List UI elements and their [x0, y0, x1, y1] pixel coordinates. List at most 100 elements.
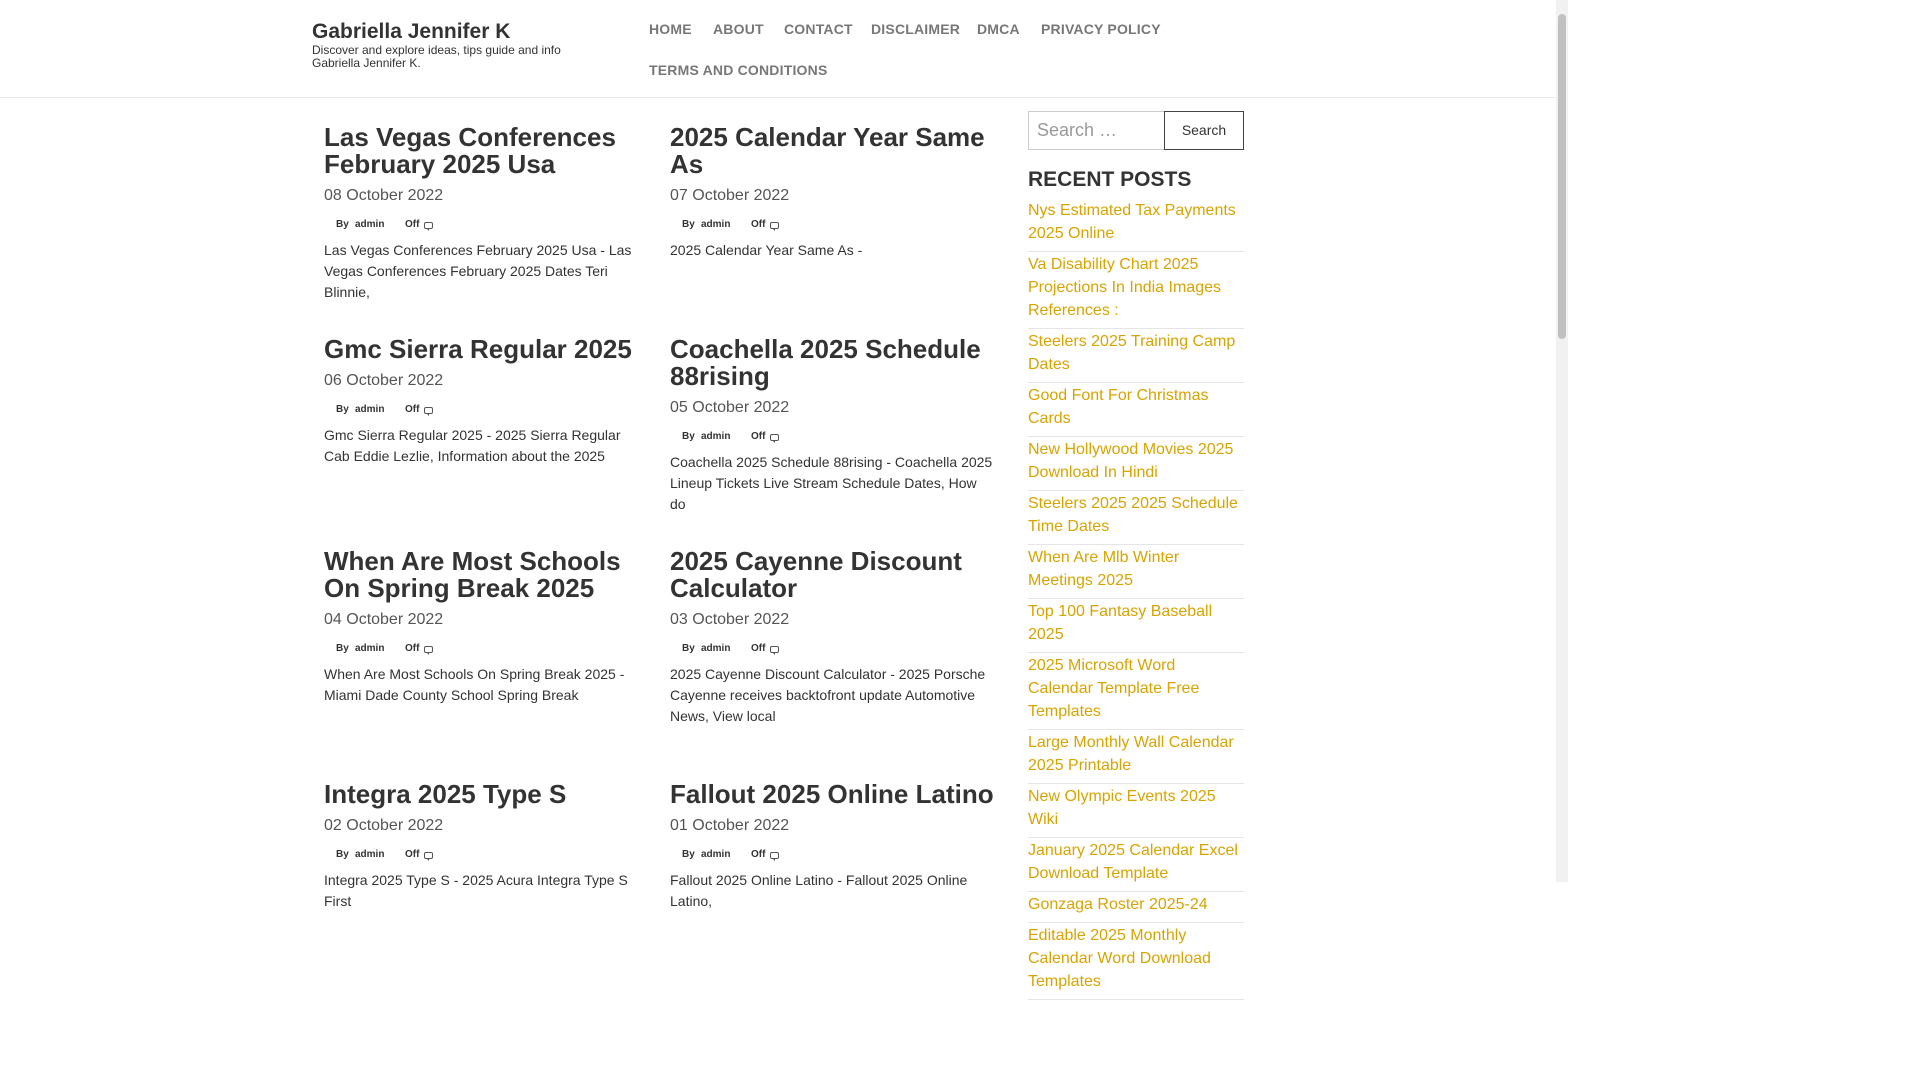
post-comments-status: Off	[405, 643, 420, 654]
post-excerpt: Fallout 2025 Online Latino - Fallout 202…	[670, 872, 968, 909]
recent-posts-list: Nys Estimated Tax Payments 2025 Online V…	[1028, 198, 1244, 1000]
post-comments-status: Off	[751, 849, 766, 860]
comment-icon	[770, 433, 779, 444]
post-card: Integra 2025 Type S 02 October 2022 By a…	[324, 781, 649, 912]
post-comments-status: Off	[751, 431, 766, 442]
nav-item-terms-and-conditions[interactable]: TERMS AND CONDITIONS	[649, 62, 827, 78]
post-author-prefix: By	[336, 643, 349, 654]
recent-post-link[interactable]: January 2025 Calendar Excel Download Tem…	[1028, 842, 1238, 882]
post-author[interactable]: admin	[701, 431, 730, 442]
post-author-prefix: By	[336, 404, 349, 415]
list-item: Large Monthly Wall Calendar 2025 Printab…	[1028, 730, 1244, 784]
post-author-prefix: By	[336, 849, 349, 860]
post-author-prefix: By	[682, 849, 695, 860]
list-item: Steelers 2025 2025 Schedule Time Dates	[1028, 491, 1244, 545]
post-author[interactable]: admin	[355, 404, 384, 415]
recent-post-link[interactable]: Editable 2025 Monthly Calendar Word Down…	[1028, 927, 1211, 990]
post-meta: By admin Off	[324, 643, 649, 655]
post-author[interactable]: admin	[355, 219, 384, 230]
post-date[interactable]: 04 October 2022	[324, 610, 649, 630]
recent-post-link[interactable]: Va Disability Chart 2025 Projections In …	[1028, 256, 1221, 319]
list-item: Top 100 Fantasy Baseball 2025	[1028, 599, 1244, 653]
site-header: Gabriella Jennifer K Discover and explor…	[0, 0, 1556, 98]
list-item: Gonzaga Roster 2025-24	[1028, 892, 1244, 923]
comment-icon	[424, 221, 433, 232]
recent-post-link[interactable]: Steelers 2025 2025 Schedule Time Dates	[1028, 495, 1238, 535]
post-author[interactable]: admin	[355, 643, 384, 654]
nav-item-disclaimer[interactable]: DISCLAIMER	[871, 21, 960, 37]
list-item: Nys Estimated Tax Payments 2025 Online	[1028, 198, 1244, 252]
site-description: Discover and explore ideas, tips guide a…	[312, 43, 561, 70]
post-author[interactable]: admin	[701, 849, 730, 860]
post-excerpt: Gmc Sierra Regular 2025 - 2025 Sierra Re…	[324, 427, 621, 464]
comment-icon	[770, 221, 779, 232]
recent-post-link[interactable]: Steelers 2025 Training Camp Dates	[1028, 333, 1235, 373]
post-title[interactable]: 2025 Calendar Year Same As	[670, 124, 995, 178]
recent-post-link[interactable]: New Olympic Events 2025 Wiki	[1028, 788, 1216, 828]
post-date[interactable]: 02 October 2022	[324, 816, 649, 836]
post-card: Coachella 2025 Schedule 88rising 05 Octo…	[670, 336, 995, 515]
list-item: Editable 2025 Monthly Calendar Word Down…	[1028, 923, 1244, 1000]
post-meta: By admin Off	[324, 219, 649, 231]
post-meta: By admin Off	[670, 219, 995, 231]
post-date[interactable]: 01 October 2022	[670, 816, 995, 836]
post-excerpt: 2025 Cayenne Discount Calculator - 2025 …	[670, 666, 986, 724]
list-item: Steelers 2025 Training Camp Dates	[1028, 329, 1244, 383]
list-item: New Hollywood Movies 2025 Download In Hi…	[1028, 437, 1244, 491]
list-item: 2025 Microsoft Word Calendar Template Fr…	[1028, 653, 1244, 730]
list-item: January 2025 Calendar Excel Download Tem…	[1028, 838, 1244, 892]
comment-icon	[770, 645, 779, 656]
post-author[interactable]: admin	[701, 219, 730, 230]
post-excerpt: Las Vegas Conferences February 2025 Usa …	[324, 242, 632, 300]
recent-post-link[interactable]: 2025 Microsoft Word Calendar Template Fr…	[1028, 657, 1199, 720]
post-title[interactable]: Fallout 2025 Online Latino	[670, 781, 995, 808]
post-author[interactable]: admin	[701, 643, 730, 654]
post-author-prefix: By	[336, 219, 349, 230]
post-date[interactable]: 08 October 2022	[324, 186, 649, 206]
post-title[interactable]: Coachella 2025 Schedule 88rising	[670, 336, 995, 390]
post-meta: By admin Off	[670, 849, 995, 861]
post-excerpt: 2025 Calendar Year Same As -	[670, 242, 863, 258]
post-date[interactable]: 06 October 2022	[324, 371, 649, 391]
recent-post-link[interactable]: Nys Estimated Tax Payments 2025 Online	[1028, 202, 1236, 242]
recent-post-link[interactable]: When Are Mlb Winter Meetings 2025	[1028, 549, 1179, 589]
post-meta: By admin Off	[670, 643, 995, 655]
post-title[interactable]: 2025 Cayenne Discount Calculator	[670, 548, 995, 602]
post-meta: By admin Off	[324, 404, 649, 416]
post-card: 2025 Cayenne Discount Calculator 03 Octo…	[670, 548, 995, 727]
recent-post-link[interactable]: Good Font For Christmas Cards	[1028, 387, 1209, 427]
recent-post-link[interactable]: New Hollywood Movies 2025 Download In Hi…	[1028, 441, 1233, 481]
post-title[interactable]: Las Vegas Conferences February 2025 Usa	[324, 124, 649, 178]
post-comments-status: Off	[751, 643, 766, 654]
post-date[interactable]: 07 October 2022	[670, 186, 995, 206]
post-card: Las Vegas Conferences February 2025 Usa …	[324, 124, 649, 303]
post-author[interactable]: admin	[355, 849, 384, 860]
post-author-prefix: By	[682, 643, 695, 654]
post-title[interactable]: Gmc Sierra Regular 2025	[324, 336, 649, 363]
nav-item-home[interactable]: HOME	[649, 21, 692, 37]
scrollbar-thumb[interactable]	[1558, 14, 1566, 339]
comment-icon	[770, 851, 779, 862]
recent-posts-heading: RECENT POSTS	[1028, 168, 1192, 191]
post-date[interactable]: 05 October 2022	[670, 398, 995, 418]
list-item: When Are Mlb Winter Meetings 2025	[1028, 545, 1244, 599]
recent-post-link[interactable]: Top 100 Fantasy Baseball 2025	[1028, 603, 1212, 643]
vertical-scrollbar[interactable]	[1556, 0, 1568, 882]
list-item: Good Font For Christmas Cards	[1028, 383, 1244, 437]
search-button[interactable]: Search	[1164, 111, 1244, 150]
nav-item-dmca[interactable]: DMCA	[977, 21, 1020, 37]
site-title[interactable]: Gabriella Jennifer K	[312, 20, 510, 44]
post-card: Gmc Sierra Regular 2025 06 October 2022 …	[324, 336, 649, 467]
recent-post-link[interactable]: Gonzaga Roster 2025-24	[1028, 896, 1208, 913]
post-title[interactable]: When Are Most Schools On Spring Break 20…	[324, 548, 649, 602]
list-item: New Olympic Events 2025 Wiki	[1028, 784, 1244, 838]
comment-icon	[424, 406, 433, 417]
nav-item-privacy-policy[interactable]: PRIVACY POLICY	[1041, 21, 1161, 37]
post-title[interactable]: Integra 2025 Type S	[324, 781, 649, 808]
nav-item-about[interactable]: ABOUT	[713, 21, 764, 37]
nav-item-contact[interactable]: CONTACT	[784, 21, 853, 37]
search-input[interactable]: Search …	[1028, 111, 1165, 150]
post-date[interactable]: 03 October 2022	[670, 610, 995, 630]
post-comments-status: Off	[405, 219, 420, 230]
recent-post-link[interactable]: Large Monthly Wall Calendar 2025 Printab…	[1028, 734, 1234, 774]
